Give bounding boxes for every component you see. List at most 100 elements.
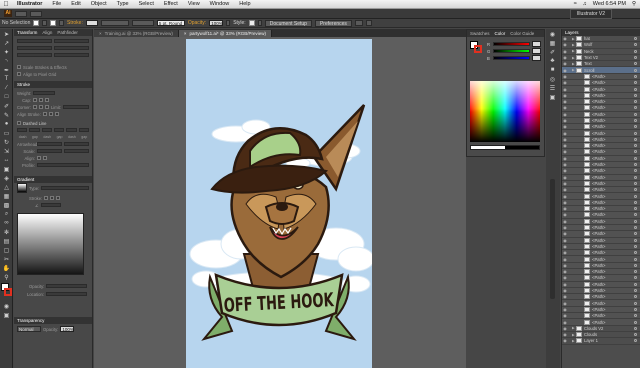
magic-wand-tool-icon[interactable]: ✦ <box>2 48 11 56</box>
target-circle-icon[interactable] <box>634 169 637 173</box>
symbols-panel-icon[interactable]: ♣ <box>548 57 557 65</box>
layer-row[interactable]: ◉ ▶ Layer 1 <box>562 338 640 345</box>
visibility-eye-icon[interactable]: ◉ <box>562 55 568 60</box>
eyedropper-tool-icon[interactable]: ⌕ <box>2 210 11 218</box>
visibility-eye-icon[interactable]: ◉ <box>562 320 568 325</box>
preferences-button[interactable]: Preferences <box>314 19 352 27</box>
visibility-eye-icon[interactable]: ◉ <box>562 112 568 117</box>
butt-cap-button[interactable] <box>33 98 37 102</box>
arrowhead-start-dropdown[interactable] <box>37 142 62 146</box>
fill-swatch[interactable] <box>33 20 39 26</box>
workspace-switcher[interactable]: Illustrator V2 <box>569 8 612 19</box>
lasso-tool-icon[interactable]: ◝ <box>2 57 11 65</box>
target-circle-icon[interactable] <box>634 257 637 261</box>
blend-tool-icon[interactable]: ∞ <box>2 219 11 227</box>
align-inside-button[interactable] <box>48 112 53 116</box>
color-panel-icon[interactable]: ◉ <box>548 30 557 38</box>
perspective-grid-tool-icon[interactable]: △ <box>2 183 11 191</box>
free-transform-tool-icon[interactable]: ▣ <box>2 165 11 173</box>
stroke-gradient-option-1[interactable] <box>44 196 49 200</box>
stroke-weight-field[interactable] <box>85 20 98 26</box>
target-circle-icon[interactable] <box>634 289 637 293</box>
symbol-sprayer-tool-icon[interactable]: ✻ <box>2 228 11 236</box>
color-spectrum[interactable] <box>470 81 540 142</box>
tab-align[interactable]: Align <box>42 30 52 35</box>
arrange-documents-button[interactable] <box>30 10 42 17</box>
target-circle-icon[interactable] <box>634 226 637 230</box>
brush-dropdown[interactable]: 5 pt. Round <box>156 20 185 26</box>
visibility-eye-icon[interactable]: ◉ <box>562 175 568 180</box>
target-circle-icon[interactable] <box>634 175 637 179</box>
tab-swatches[interactable]: Swatches <box>470 31 490 36</box>
target-circle-icon[interactable] <box>634 181 637 185</box>
rectangle-tool-icon[interactable]: □ <box>2 93 11 101</box>
projecting-cap-button[interactable] <box>45 98 49 102</box>
visibility-eye-icon[interactable]: ◉ <box>562 168 568 173</box>
visibility-eye-icon[interactable]: ◉ <box>562 231 568 236</box>
angle-field[interactable] <box>40 203 61 207</box>
target-circle-icon[interactable] <box>634 119 637 122</box>
target-circle-icon[interactable] <box>634 49 637 53</box>
weight-field[interactable] <box>33 91 55 95</box>
visibility-eye-icon[interactable]: ◉ <box>562 244 568 249</box>
dashed-line-checkbox[interactable] <box>17 121 21 125</box>
visibility-eye-icon[interactable]: ◉ <box>562 36 568 41</box>
h-field[interactable] <box>54 46 89 50</box>
gap-field-3[interactable] <box>78 128 89 132</box>
menu-clock[interactable]: Wed 6:54 PM <box>593 1 626 7</box>
variable-width-dropdown[interactable] <box>100 20 129 26</box>
green-field[interactable] <box>532 48 541 54</box>
visibility-eye-icon[interactable]: ◉ <box>562 313 568 318</box>
line-tool-icon[interactable]: ∕ <box>2 84 11 92</box>
target-circle-icon[interactable] <box>634 232 637 236</box>
y-field[interactable] <box>17 46 52 50</box>
hand-tool-icon[interactable]: ✋ <box>2 264 11 272</box>
visibility-eye-icon[interactable]: ◉ <box>562 131 568 136</box>
visibility-eye-icon[interactable]: ◉ <box>562 187 568 192</box>
target-circle-icon[interactable] <box>634 156 637 160</box>
stroke-color-icon[interactable] <box>4 288 12 296</box>
menu-type[interactable]: Type <box>112 1 134 7</box>
visibility-eye-icon[interactable]: ◉ <box>562 250 568 255</box>
document-setup-button[interactable]: Document Setup <box>264 19 312 27</box>
target-circle-icon[interactable] <box>634 200 637 204</box>
limit-field[interactable] <box>63 105 89 109</box>
visibility-eye-icon[interactable]: ◉ <box>562 137 568 142</box>
tab-transform[interactable]: Transform <box>17 30 37 35</box>
profile-dropdown[interactable] <box>131 20 154 26</box>
gradient-swatch[interactable] <box>17 183 27 193</box>
menu-object[interactable]: Object <box>86 1 112 7</box>
blob-brush-tool-icon[interactable]: ● <box>2 120 11 128</box>
wifi-icon[interactable]: ≈ <box>574 1 577 7</box>
visibility-eye-icon[interactable]: ◉ <box>562 74 568 79</box>
arrow-scale-start-field[interactable] <box>37 149 62 153</box>
visibility-eye-icon[interactable]: ◉ <box>562 288 568 293</box>
opacity-dropdown[interactable] <box>226 20 231 26</box>
color-stroke-icon[interactable] <box>474 45 482 53</box>
visibility-eye-icon[interactable]: ◉ <box>562 68 568 73</box>
target-circle-icon[interactable] <box>634 282 637 286</box>
opacity-field[interactable]: 100% <box>209 20 224 26</box>
visibility-eye-icon[interactable]: ◉ <box>562 307 568 312</box>
tab-pathfinder[interactable]: Pathfinder <box>57 30 78 35</box>
arrow-scale-end-field[interactable] <box>64 149 89 153</box>
target-circle-icon[interactable] <box>634 238 637 242</box>
visibility-eye-icon[interactable]: ◉ <box>562 156 568 161</box>
target-circle-icon[interactable] <box>634 295 637 299</box>
visibility-eye-icon[interactable]: ◉ <box>562 263 568 268</box>
arrow-align-place-button[interactable] <box>43 156 47 160</box>
close-tab-icon[interactable]: × <box>184 31 187 36</box>
round-cap-button[interactable] <box>39 98 43 102</box>
stop-location-field[interactable] <box>46 292 87 296</box>
x-field[interactable] <box>17 39 52 43</box>
apple-icon[interactable]:  <box>0 1 12 8</box>
visibility-eye-icon[interactable]: ◉ <box>562 294 568 299</box>
target-circle-icon[interactable] <box>634 137 637 141</box>
target-circle-icon[interactable] <box>634 326 637 330</box>
blue-slider[interactable] <box>493 56 530 60</box>
screen-mode-icon[interactable]: ▣ <box>2 311 11 319</box>
slice-tool-icon[interactable]: ✂ <box>2 255 11 263</box>
visibility-eye-icon[interactable]: ◉ <box>562 257 568 262</box>
visibility-eye-icon[interactable]: ◉ <box>562 181 568 186</box>
target-circle-icon[interactable] <box>634 74 637 78</box>
